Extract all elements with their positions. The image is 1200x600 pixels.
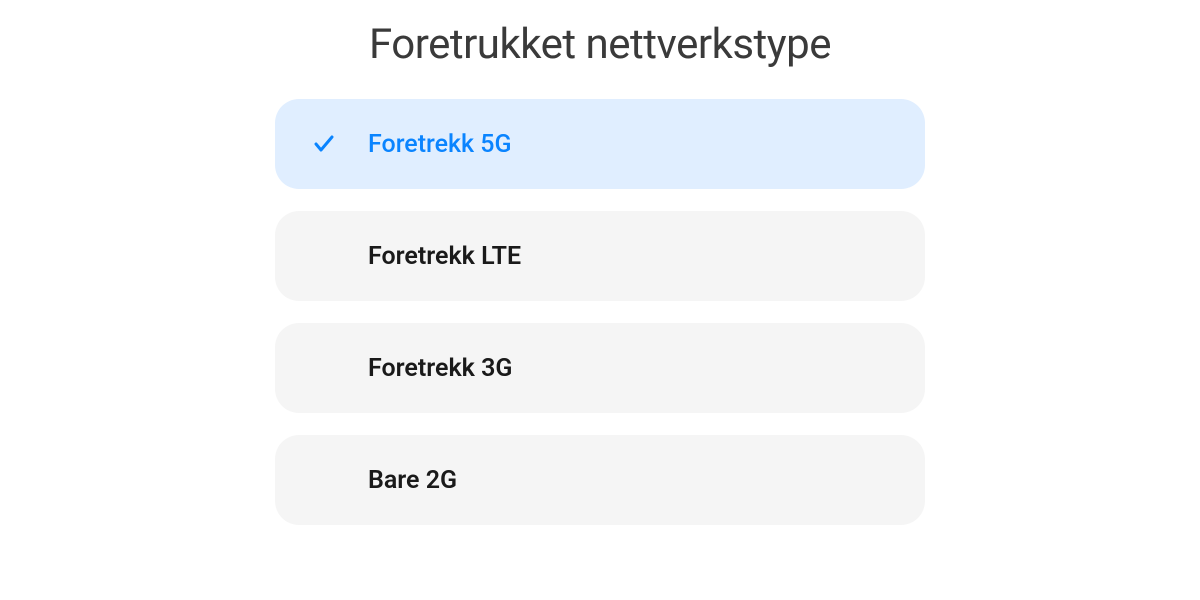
page-title: Foretrukket nettverkstype: [369, 20, 831, 69]
network-options-list: Foretrekk 5G Foretrekk LTE Foretrekk 3G …: [275, 99, 925, 525]
option-label: Foretrekk 3G: [368, 354, 512, 383]
option-label: Foretrekk 5G: [368, 130, 512, 159]
option-prefer-5g[interactable]: Foretrekk 5G: [275, 99, 925, 189]
option-label: Foretrekk LTE: [368, 242, 521, 271]
check-icon: [310, 130, 338, 158]
option-prefer-3g[interactable]: Foretrekk 3G: [275, 323, 925, 413]
option-label: Bare 2G: [368, 466, 457, 495]
option-only-2g[interactable]: Bare 2G: [275, 435, 925, 525]
option-prefer-lte[interactable]: Foretrekk LTE: [275, 211, 925, 301]
